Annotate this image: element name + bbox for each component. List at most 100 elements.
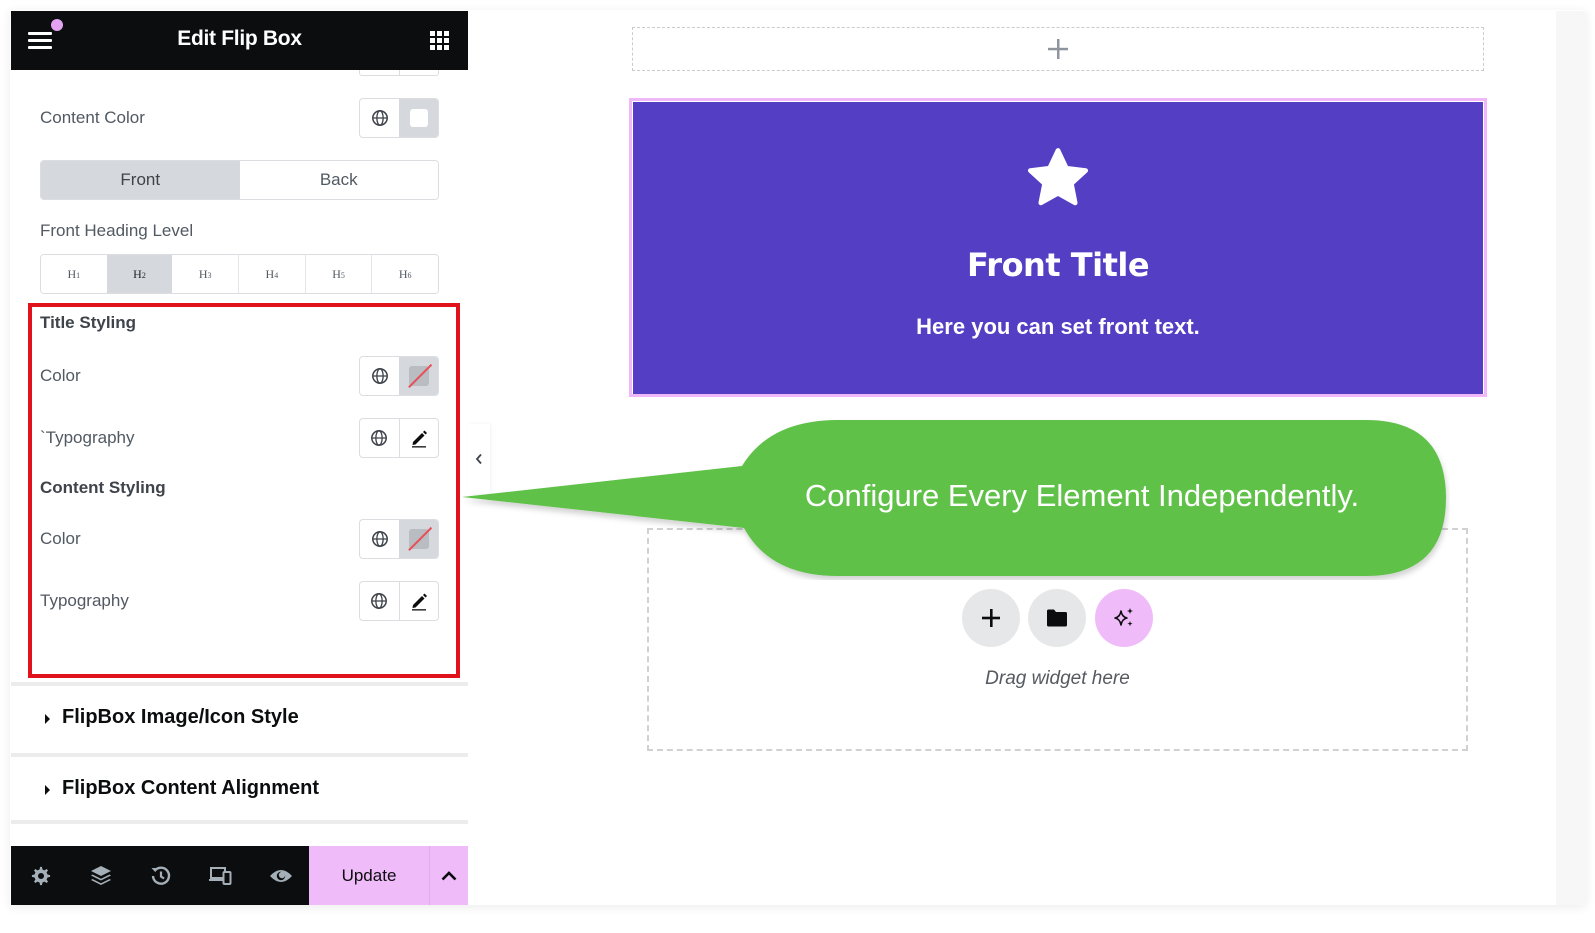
star-icon: [1027, 148, 1089, 206]
accordion-title: FlipBox Content Alignment: [62, 777, 320, 799]
settings-icon: [31, 866, 51, 885]
flipbox-widget[interactable]: Front Title Here you can set front text.: [633, 102, 1483, 394]
flipbox-title: Front Title: [966, 246, 1150, 284]
callout-text: Configure Every Element Independently.: [804, 478, 1360, 513]
heading-level-h3[interactable]: H3: [172, 255, 239, 293]
caret-right-icon: [45, 714, 50, 724]
title-color-control: Color: [40, 356, 439, 396]
content-typography-buttons: [359, 581, 439, 621]
settings-button[interactable]: [11, 846, 71, 905]
widgets-grid-button[interactable]: [430, 31, 449, 50]
folder-icon: [1047, 609, 1067, 627]
color-swatch-button[interactable]: [399, 520, 438, 558]
global-colors-button[interactable]: [360, 357, 399, 395]
flipbox-text: Here you can set front text.: [916, 314, 1200, 339]
global-colors-button[interactable]: [360, 99, 399, 137]
front-back-switch: Front Back: [40, 160, 439, 200]
title-color-label: Color: [40, 366, 81, 385]
responsive-mode-button[interactable]: [191, 846, 251, 905]
heading-number: 4: [274, 270, 279, 280]
plus-icon: [982, 609, 1000, 627]
panel-body: Content Color Front Back Front Heading L…: [11, 70, 468, 846]
pencil-icon: [411, 593, 427, 611]
title-typography-label: `Typography: [40, 428, 135, 447]
heading-number: 5: [340, 270, 345, 280]
heading-level-selector: H1 H2 H3 H4 H5 H6: [40, 254, 439, 294]
update-button[interactable]: Update: [309, 846, 429, 905]
global-fonts-button[interactable]: [360, 582, 399, 620]
heading-level-h1[interactable]: H1: [41, 255, 107, 293]
app-window: Front Title Here you can set front text.…: [0, 0, 1595, 933]
heading-letter: H: [398, 266, 408, 281]
chevron-up-icon: [441, 870, 457, 880]
history-icon: [151, 866, 171, 885]
template-library-button[interactable]: [1028, 589, 1086, 647]
content-styling-heading: Content Styling: [40, 478, 166, 497]
no-color-swatch: [408, 366, 429, 386]
accordion-image-icon-style[interactable]: FlipBox Image/Icon Style: [11, 682, 468, 749]
content-color-picker: [359, 98, 439, 138]
heading-number: 3: [207, 270, 212, 280]
heading-letter: H: [332, 266, 341, 281]
content-typography-label: Typography: [40, 591, 129, 610]
color-swatch-white: [409, 109, 428, 127]
history-button[interactable]: [131, 846, 191, 905]
drop-zone-hint: Drag widget here: [985, 668, 1130, 689]
global-fonts-button[interactable]: [360, 419, 399, 457]
global-colors-button[interactable]: [360, 520, 399, 558]
panel-title: Edit Flip Box: [177, 27, 302, 50]
content-color-control: Content Color: [40, 98, 439, 138]
edit-typography-button[interactable]: [398, 419, 438, 457]
heading-number: 6: [407, 270, 412, 280]
globe-icon: [371, 110, 388, 126]
editor-panel: Edit Flip Box Content Color Front Back F…: [11, 11, 468, 905]
heading-number: 2: [141, 270, 146, 280]
heading-level-h2[interactable]: H2: [106, 255, 173, 293]
color-swatch-button[interactable]: [399, 99, 438, 137]
heading-letter: H: [265, 266, 275, 281]
panel-header: Edit Flip Box: [11, 11, 468, 70]
globe-icon: [371, 531, 388, 547]
partial-control[interactable]: [359, 70, 439, 76]
accordion-title: FlipBox Image/Icon Style: [62, 706, 299, 728]
title-styling-heading: Title Styling: [40, 313, 137, 332]
title-color-picker: [359, 356, 439, 396]
heading-number: 1: [76, 270, 81, 280]
heading-letter: H: [133, 266, 142, 281]
layers-icon: [91, 865, 111, 885]
canvas-scrollbar-track[interactable]: [1556, 11, 1586, 905]
content-color-control-2: Color: [40, 519, 439, 559]
add-section-button[interactable]: [632, 27, 1484, 71]
preview-button[interactable]: [251, 846, 311, 905]
heading-level-label: Front Heading Level: [40, 221, 194, 240]
heading-level-h6[interactable]: H6: [371, 255, 438, 293]
responsive-icon: [209, 866, 232, 885]
sparkles-icon: [1114, 608, 1133, 627]
preview-icon: [270, 869, 292, 882]
globe-icon: [371, 368, 388, 384]
navigator-button[interactable]: [71, 846, 131, 905]
heading-letter: H: [67, 266, 77, 281]
content-color-label-2: Color: [40, 529, 81, 548]
publish-options-button[interactable]: [429, 846, 468, 905]
plus-icon: [1048, 39, 1068, 59]
globe-icon: [371, 593, 388, 609]
collapse-panel-button[interactable]: [468, 424, 490, 494]
content-color-label: Content Color: [40, 108, 145, 127]
divider: [11, 820, 468, 824]
no-color-swatch: [408, 529, 429, 549]
edit-typography-button[interactable]: [398, 582, 438, 620]
add-widget-button[interactable]: [962, 589, 1020, 647]
accordion-content-alignment[interactable]: FlipBox Content Alignment: [11, 753, 468, 820]
heading-level-h4[interactable]: H4: [238, 255, 305, 293]
tab-front[interactable]: Front: [41, 161, 240, 199]
ai-assistant-button[interactable]: [1095, 589, 1153, 647]
content-color-picker-2: [359, 519, 439, 559]
tab-back[interactable]: Back: [239, 161, 438, 199]
heading-letter: H: [198, 266, 208, 281]
heading-level-h5[interactable]: H5: [304, 255, 372, 293]
color-swatch-button[interactable]: [399, 357, 438, 395]
globe-icon: [371, 430, 388, 446]
pencil-icon: [411, 430, 427, 448]
title-typography-buttons: [359, 418, 439, 458]
